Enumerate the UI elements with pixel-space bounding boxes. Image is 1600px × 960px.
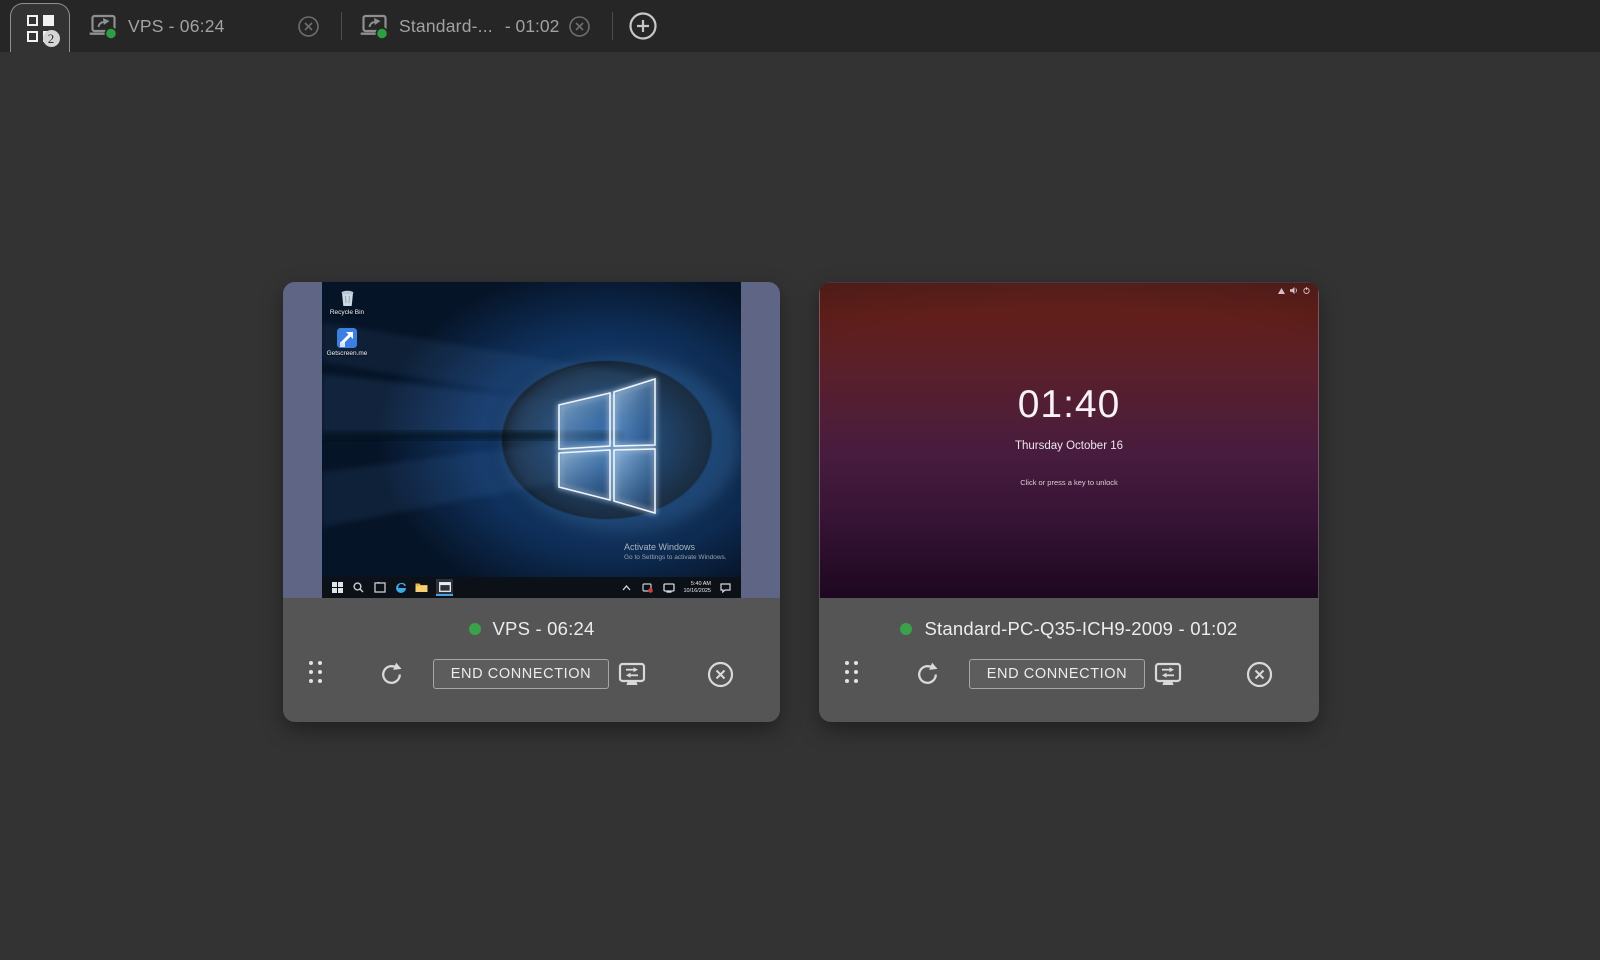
end-connection-button[interactable]: END CONNECTION bbox=[969, 659, 1145, 689]
linux-lock-screen-thumbnail[interactable]: 01:40 Thursday October 16 Click or press… bbox=[819, 282, 1319, 598]
tray-alert-icon bbox=[641, 581, 654, 594]
remote-screen-icon bbox=[88, 13, 119, 40]
close-circle-icon bbox=[1246, 661, 1273, 688]
session-count-badge: 2 bbox=[43, 30, 60, 47]
close-tab-icon[interactable] bbox=[566, 13, 593, 40]
search-icon bbox=[352, 581, 365, 594]
windows-taskbar: 5:40 AM 10/16/2025 bbox=[322, 577, 741, 598]
refresh-session-button[interactable] bbox=[914, 661, 941, 688]
lockscreen-unlock-hint: Click or press a key to unlock bbox=[1020, 478, 1118, 487]
thumbnail-backdrop: 01:40 Thursday October 16 Click or press… bbox=[819, 282, 1319, 598]
refresh-icon bbox=[378, 661, 405, 688]
session-card-vps: Recycle Bin Getscreen.me Activate Window… bbox=[283, 282, 780, 722]
status-online-dot bbox=[469, 623, 481, 635]
close-tab-icon[interactable] bbox=[295, 13, 322, 40]
end-connection-button[interactable]: END CONNECTION bbox=[433, 659, 609, 689]
plus-icon bbox=[628, 11, 658, 41]
power-icon bbox=[1303, 287, 1310, 294]
grid-square bbox=[27, 31, 38, 42]
getscreen-shortcut-icon: Getscreen.me bbox=[324, 328, 370, 357]
new-connection-button[interactable] bbox=[628, 11, 658, 41]
activate-windows-watermark: Activate Windows Go to Settings to activ… bbox=[624, 542, 727, 561]
tab-overview-sessions[interactable]: 2 bbox=[10, 3, 70, 52]
tab-label: VPS - 06:24 bbox=[128, 16, 225, 37]
session-title: VPS - 06:24 bbox=[493, 618, 595, 640]
display-switch-icon bbox=[1153, 662, 1183, 688]
drag-handle[interactable] bbox=[309, 661, 322, 683]
tab-bar: 2 VPS - 06:24 bbox=[0, 0, 1600, 52]
task-view-icon bbox=[373, 581, 386, 594]
recycle-bin-icon: Recycle Bin bbox=[324, 288, 370, 316]
refresh-session-button[interactable] bbox=[378, 661, 405, 688]
tray-up-arrow-icon bbox=[620, 581, 633, 594]
grid-square bbox=[27, 15, 38, 26]
display-switch-button[interactable] bbox=[617, 662, 647, 688]
display-switch-button[interactable] bbox=[1153, 662, 1183, 688]
tray-network-icon bbox=[662, 581, 675, 594]
active-app-icon bbox=[436, 579, 453, 596]
tab-session-vps[interactable]: VPS - 06:24 bbox=[80, 0, 332, 52]
tray-notification-icon bbox=[719, 581, 732, 594]
session-info-panel: VPS - 06:24 END CONNECTION bbox=[283, 598, 780, 722]
display-switch-icon bbox=[617, 662, 647, 688]
app-window: 2 VPS - 06:24 bbox=[0, 0, 1600, 52]
tab-label: Standard-... bbox=[399, 16, 493, 37]
refresh-icon bbox=[914, 661, 941, 688]
lockscreen-date: Thursday October 16 bbox=[1015, 440, 1123, 452]
network-icon bbox=[1278, 288, 1285, 294]
lockscreen-clock: 01:40 bbox=[1018, 383, 1121, 427]
close-session-button[interactable] bbox=[707, 661, 734, 688]
remote-screen-icon bbox=[359, 13, 390, 40]
drag-handle[interactable] bbox=[845, 661, 858, 683]
file-explorer-icon bbox=[415, 581, 428, 594]
windows-desktop-thumbnail[interactable]: Recycle Bin Getscreen.me Activate Window… bbox=[322, 282, 741, 598]
volume-icon bbox=[1290, 287, 1298, 294]
status-online-dot bbox=[900, 623, 912, 635]
thumbnail-backdrop: Recycle Bin Getscreen.me Activate Window… bbox=[283, 282, 780, 598]
close-session-button[interactable] bbox=[1246, 661, 1273, 688]
tray-clock: 5:40 AM 10/16/2025 bbox=[683, 581, 711, 594]
session-title: Standard-PC-Q35-ICH9-2009 - 01:02 bbox=[924, 618, 1237, 640]
session-card-standard-pc: 01:40 Thursday October 16 Click or press… bbox=[819, 282, 1319, 722]
close-circle-icon bbox=[707, 661, 734, 688]
tab-session-duration: - 01:02 bbox=[505, 16, 559, 37]
tab-session-standard-pc[interactable]: Standard-... - 01:02 bbox=[351, 0, 603, 52]
session-info-panel: Standard-PC-Q35-ICH9-2009 - 01:02 END CO… bbox=[819, 598, 1319, 722]
grid-square bbox=[43, 15, 54, 26]
tab-divider bbox=[341, 12, 342, 40]
grid-overview-icon: 2 bbox=[27, 15, 54, 42]
start-icon bbox=[331, 581, 344, 594]
edge-browser-icon bbox=[394, 581, 407, 594]
tab-divider bbox=[612, 12, 613, 40]
lockscreen-tray bbox=[1278, 287, 1310, 294]
